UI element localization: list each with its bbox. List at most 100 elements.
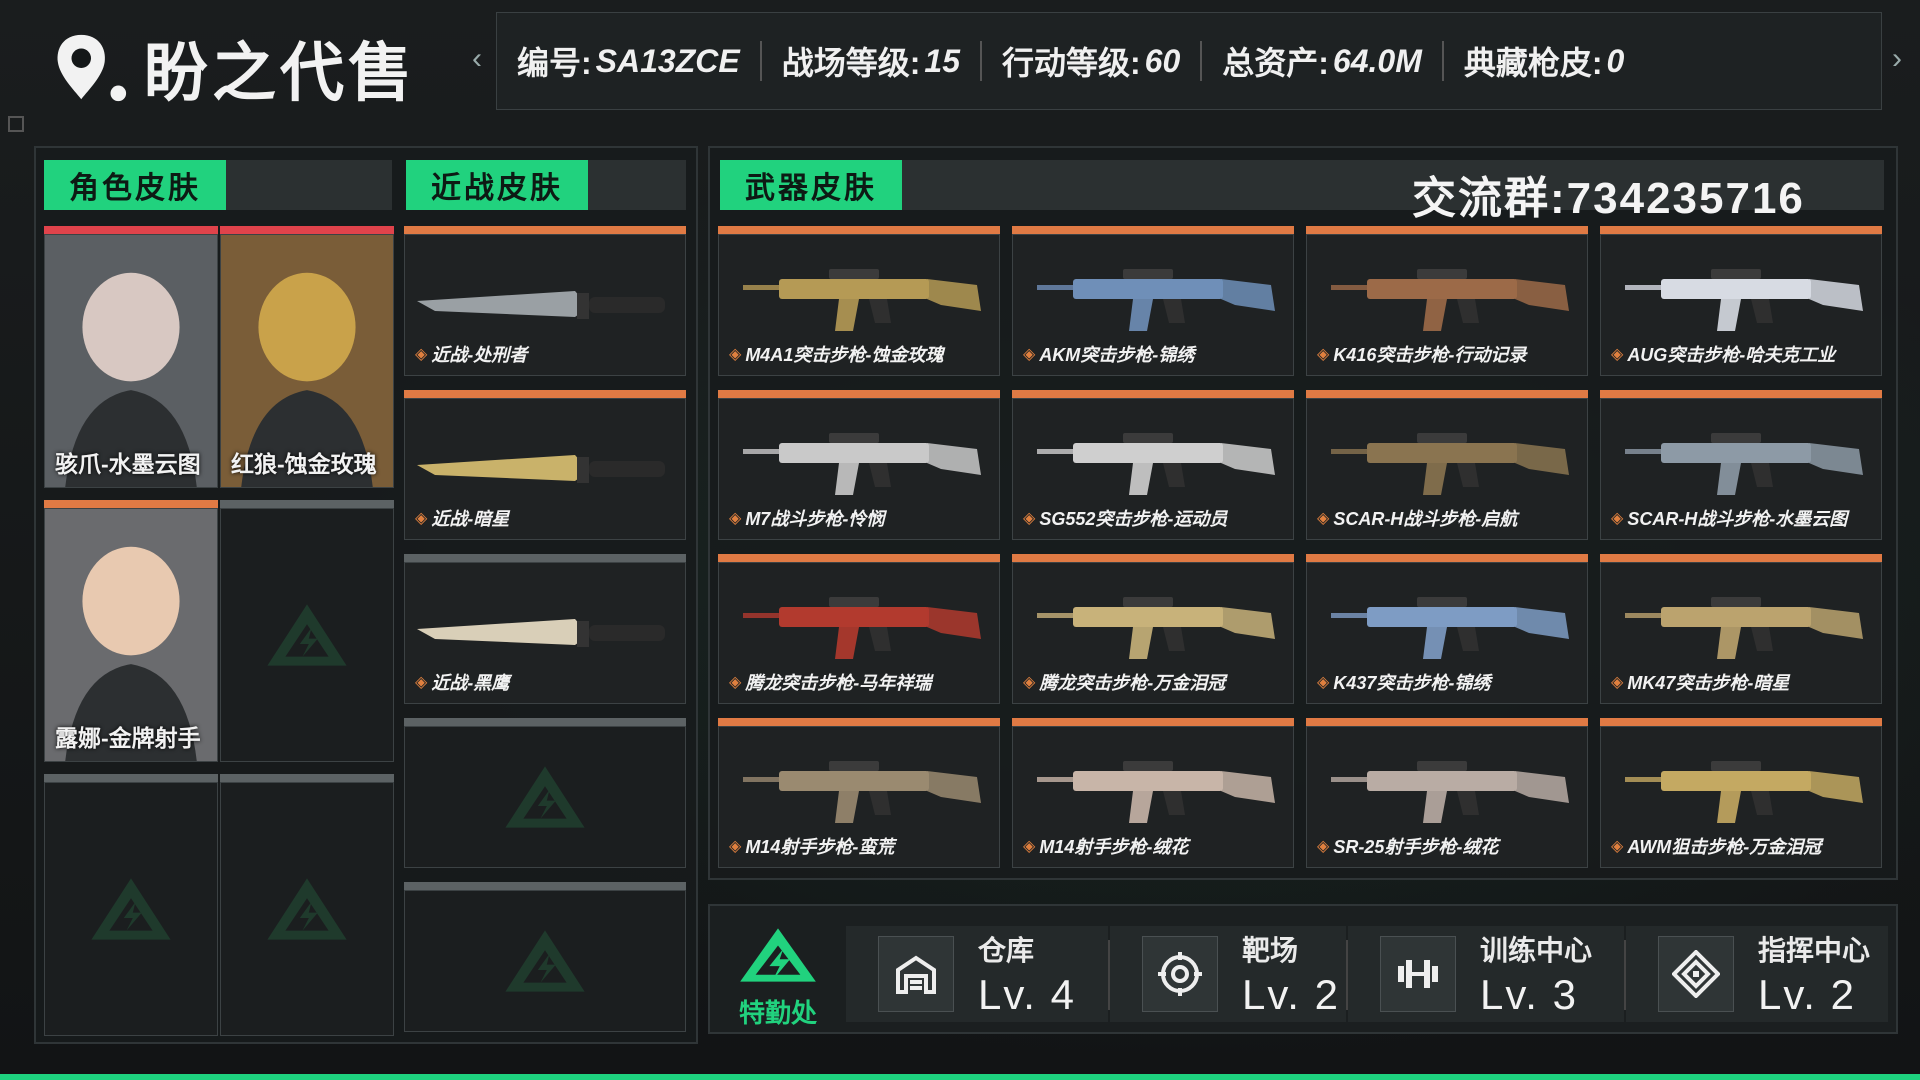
skin-name: K437突击步枪-锦绣 (1333, 673, 1491, 693)
skin-label: ◈ M7战斗步枪-怜悯 (729, 505, 884, 531)
skin-label: ◈ M14射手步枪-蛮荒 (729, 833, 894, 859)
skin-label: ◈ 近战-黑鹰 (415, 669, 509, 695)
facility-level: Lv. 2 (1758, 971, 1856, 1018)
chevron-right-icon[interactable]: › (1892, 42, 1902, 76)
weapon-skin-card[interactable]: ◈ AUG突击步枪-哈夫克工业 (1600, 226, 1882, 376)
group-number: 交流群:734235716 (1412, 174, 1805, 223)
skin-label: ◈ K437突击步枪-锦绣 (1317, 669, 1490, 695)
character-skin-card[interactable] (44, 774, 218, 1036)
facility-name: 训练中心 (1480, 935, 1593, 966)
diamond-icon: ◈ (415, 674, 428, 691)
chevron-left-icon[interactable]: ‹ (472, 42, 482, 76)
facility-command-center[interactable]: 指挥中心 Lv. 2 (1626, 926, 1888, 1022)
rarity-bar (44, 500, 218, 508)
rarity-bar (1306, 718, 1588, 726)
melee-skin-card[interactable] (404, 718, 686, 868)
skin-label: 骇爪-水墨云图 (55, 445, 201, 479)
weapon-skin-card[interactable]: ◈ SG552突击步枪-运动员 (1012, 390, 1294, 540)
rarity-bar (718, 226, 1000, 234)
warehouse-icon (878, 936, 954, 1012)
brand-logo: 盼之代售 (52, 24, 416, 112)
rarity-bar (404, 390, 686, 398)
rarity-bar (404, 554, 686, 562)
diamond-icon: ◈ (1611, 674, 1624, 691)
weapon-skin-card[interactable]: ◈ SR-25射手步枪-绒花 (1306, 718, 1588, 868)
melee-skin-card[interactable]: ◈ 近战-暗星 (404, 390, 686, 540)
facility-level: Lv. 4 (978, 971, 1076, 1018)
skin-label: ◈ K416突击步枪-行动记录 (1317, 341, 1526, 367)
skin-name: 露娜-金牌射手 (55, 725, 201, 751)
weapon-skin-card[interactable]: ◈ K416突击步枪-行动记录 (1306, 226, 1588, 376)
skin-label: ◈ 腾龙突击步枪-万金泪冠 (1023, 669, 1225, 695)
skin-label: ◈ MK47突击步枪-暗星 (1611, 669, 1789, 695)
skin-name: AKM突击步枪-锦绣 (1039, 345, 1195, 365)
weapon-skin-card[interactable]: ◈ AKM突击步枪-锦绣 (1012, 226, 1294, 376)
special-ops-title: 特勤处 (738, 998, 817, 1028)
special-ops-icon (740, 928, 816, 982)
rarity-bar (1306, 390, 1588, 398)
weapon-skin-card[interactable]: ◈ SCAR-H战斗步枪-启航 (1306, 390, 1588, 540)
skin-name: MK47突击步枪-暗星 (1627, 673, 1790, 693)
tab-weapon-skins[interactable]: 武器皮肤 (720, 160, 902, 210)
character-skin-card[interactable]: 红狼-蚀金玫瑰 (220, 226, 394, 488)
weapon-skin-card[interactable]: ◈ 腾龙突击步枪-马年祥瑞 (718, 554, 1000, 704)
rarity-bar (1600, 226, 1882, 234)
skin-name: SCAR-H战斗步枪-水墨云图 (1627, 509, 1848, 529)
skin-label: ◈ SR-25射手步枪-绒花 (1317, 833, 1498, 859)
facility-name: 靶场 (1242, 935, 1299, 966)
weapon-skin-card[interactable]: ◈ M7战斗步枪-怜悯 (718, 390, 1000, 540)
skin-label: 露娜-金牌射手 (55, 719, 201, 753)
rarity-bar (718, 390, 1000, 398)
character-skin-card[interactable]: 骇爪-水墨云图 (44, 226, 218, 488)
weapon-skin-card[interactable]: ◈ 腾龙突击步枪-万金泪冠 (1012, 554, 1294, 704)
weapon-skin-card[interactable]: ◈ M4A1突击步枪-蚀金玫瑰 (718, 226, 1000, 376)
skin-name: M14射手步枪-蛮荒 (745, 837, 895, 857)
weapon-skin-card[interactable]: ◈ K437突击步枪-锦绣 (1306, 554, 1588, 704)
rarity-bar (404, 718, 686, 726)
weapon-skin-card[interactable]: ◈ MK47突击步枪-暗星 (1600, 554, 1882, 704)
weapon-skin-card[interactable]: ◈ M14射手步枪-蛮荒 (718, 718, 1000, 868)
rarity-bar (1306, 226, 1588, 234)
weapon-skin-card[interactable]: ◈ SCAR-H战斗步枪-水墨云图 (1600, 390, 1882, 540)
skin-label: ◈ AKM突击步枪-锦绣 (1023, 341, 1194, 367)
tab-character-skins[interactable]: 角色皮肤 (44, 160, 226, 210)
empty-slot-logo (505, 930, 585, 992)
info-operation-level: 行动等级: 60 (982, 41, 1203, 81)
melee-skin-card[interactable]: ◈ 近战-黑鹰 (404, 554, 686, 704)
info-id: 编号: SA13ZCE (497, 41, 762, 81)
skin-label: ◈ M14射手步枪-绒花 (1023, 833, 1188, 859)
rarity-bar (1012, 390, 1294, 398)
skin-label: ◈ AUG突击步枪-哈夫克工业 (1611, 341, 1835, 367)
skin-label: ◈ M4A1突击步枪-蚀金玫瑰 (729, 341, 943, 367)
character-skin-card[interactable] (220, 774, 394, 1036)
diamond-icon: ◈ (1023, 346, 1036, 363)
weapon-skin-card[interactable]: ◈ M14射手步枪-绒花 (1012, 718, 1294, 868)
diamond-icon: ◈ (415, 510, 428, 527)
melee-skin-card[interactable] (404, 882, 686, 1032)
bottom-accent-line (0, 1074, 1920, 1080)
rarity-bar (1306, 554, 1588, 562)
skin-label: ◈ AWM狙击步枪-万金泪冠 (1611, 833, 1821, 859)
empty-slot-logo (91, 878, 171, 940)
skin-name: 腾龙突击步枪-马年祥瑞 (745, 673, 932, 693)
rarity-bar (718, 718, 1000, 726)
facility-warehouse[interactable]: 仓库 Lv. 4 (846, 926, 1108, 1022)
diamond-icon: ◈ (1023, 838, 1036, 855)
rarity-bar (1600, 554, 1882, 562)
facility-shooting-range[interactable]: 靶场 Lv. 2 (1110, 926, 1346, 1022)
melee-skin-card[interactable]: ◈ 近战-处刑者 (404, 226, 686, 376)
skin-name: 近战-处刑者 (431, 345, 528, 365)
special-ops-logo: 特勤处 (730, 924, 826, 1034)
weapon-skin-card[interactable]: ◈ AWM狙击步枪-万金泪冠 (1600, 718, 1882, 868)
tab-melee-skins[interactable]: 近战皮肤 (406, 160, 588, 210)
rarity-bar (1600, 718, 1882, 726)
skin-name: 近战-暗星 (431, 509, 510, 529)
tab-bar-fill (588, 160, 686, 210)
character-skin-card[interactable] (220, 500, 394, 762)
info-collection-skins: 典藏枪皮: 0 (1463, 42, 1625, 82)
rarity-bar (404, 882, 686, 890)
character-skin-card[interactable]: 露娜-金牌射手 (44, 500, 218, 762)
info-battlefield-level: 战场等级: 15 (762, 41, 982, 81)
facility-training-center[interactable]: 训练中心 Lv. 3 (1348, 926, 1624, 1022)
skin-label: ◈ SCAR-H战斗步枪-水墨云图 (1611, 505, 1847, 531)
